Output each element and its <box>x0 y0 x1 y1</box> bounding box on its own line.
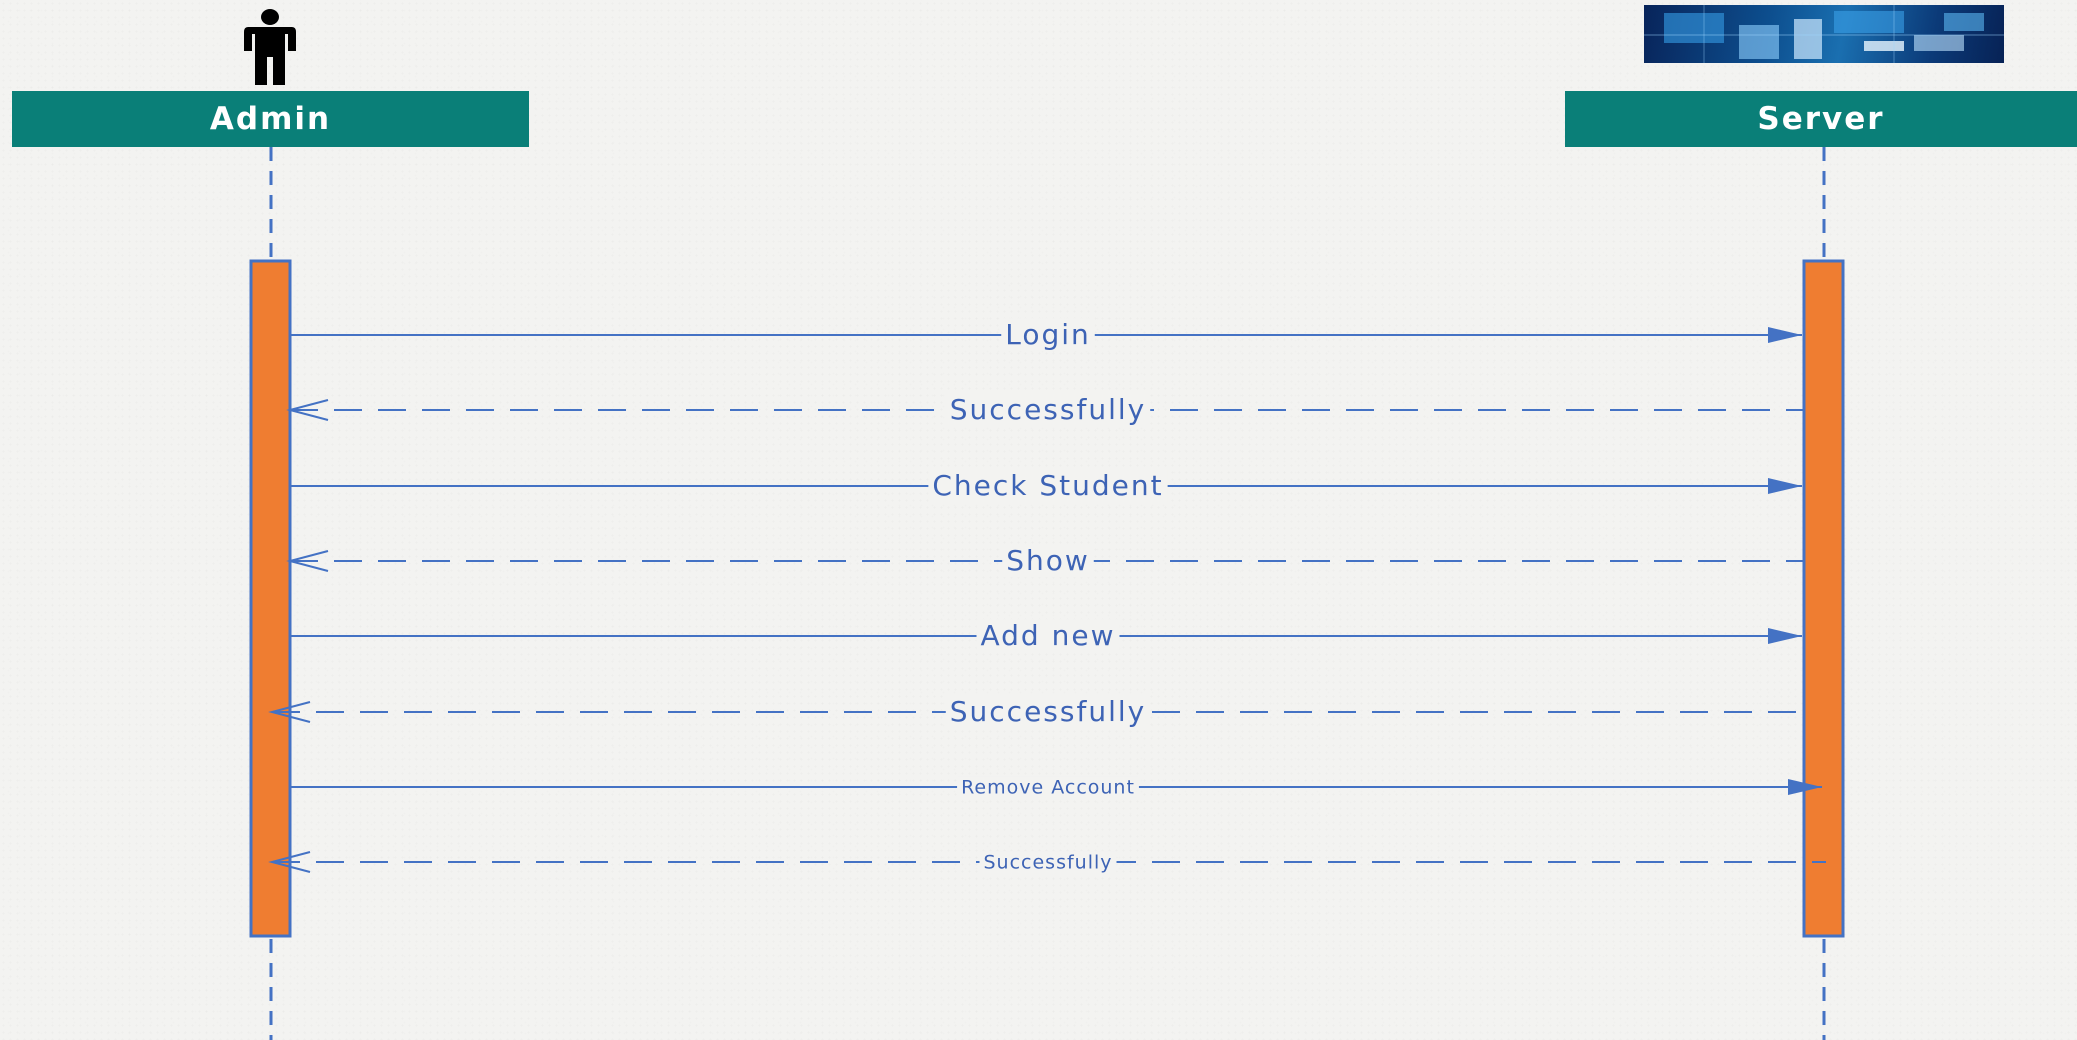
message-arrow: Successfully <box>286 393 1804 427</box>
message-arrow: Successfully <box>268 851 1826 874</box>
arrowhead-filled <box>1768 478 1802 494</box>
message-arrow: Add new <box>290 619 1802 653</box>
message-label: Check Student <box>932 469 1163 502</box>
message-label: Add new <box>981 619 1116 652</box>
message-arrow: Remove Account <box>290 776 1822 799</box>
message-label: Successfully <box>983 851 1112 873</box>
server-activation-bar <box>1802 259 1845 938</box>
message-label: Successfully <box>950 695 1146 728</box>
message-label: Successfully <box>950 393 1146 426</box>
message-label: Login <box>1005 318 1091 351</box>
admin-activation-bar <box>249 259 292 938</box>
message-label: Remove Account <box>961 776 1135 798</box>
message-arrow: Successfully <box>268 695 1804 729</box>
arrowhead-filled <box>1768 327 1802 343</box>
message-arrow: Check Student <box>290 469 1802 503</box>
sequence-diagram: Admin Server Login Successfully Check Stud… <box>0 0 2077 1040</box>
message-arrow: Show <box>286 544 1804 578</box>
diagram-canvas: Login Successfully Check Student Show Add ne… <box>249 147 1845 1040</box>
message-label: Show <box>1006 544 1090 577</box>
messages-group: Login Successfully Check Student Show Add ne… <box>268 318 1826 874</box>
arrowhead-filled <box>1768 628 1802 644</box>
message-arrow: Login <box>290 318 1802 352</box>
